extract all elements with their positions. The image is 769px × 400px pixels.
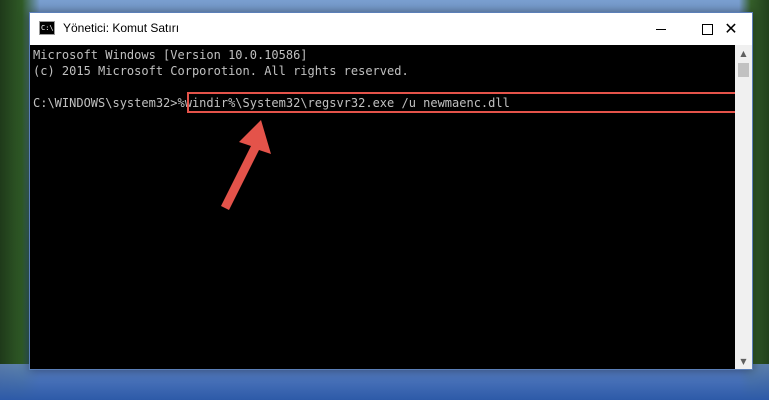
- scroll-up-arrow-icon[interactable]: ▲: [735, 45, 752, 61]
- minimize-icon: [656, 28, 666, 30]
- minimize-button[interactable]: [638, 13, 684, 45]
- title-bar[interactable]: C:\ Yönetici: Komut Satırı ✕: [30, 13, 752, 45]
- scrollbar-thumb[interactable]: [738, 63, 749, 77]
- vertical-scrollbar[interactable]: ▲ ▼: [735, 45, 752, 369]
- console-prompt: C:\WINDOWS\system32>: [33, 96, 178, 110]
- console-output[interactable]: Microsoft Windows [Version 10.0.10586] (…: [30, 45, 738, 369]
- command-prompt-window: C:\ Yönetici: Komut Satırı ✕ Microsoft W…: [29, 12, 753, 370]
- window-title: Yönetici: Komut Satırı: [63, 21, 180, 35]
- close-icon: ✕: [724, 19, 738, 38]
- scroll-down-arrow-icon[interactable]: ▼: [735, 353, 752, 369]
- console-line-copyright: (c) 2015 Microsoft Corporotion. All righ…: [33, 64, 409, 78]
- close-button[interactable]: ✕: [708, 13, 754, 45]
- console-line-version: Microsoft Windows [Version 10.0.10586]: [33, 48, 308, 62]
- command-highlight-box: [187, 92, 738, 113]
- cmd-app-icon[interactable]: C:\: [39, 21, 55, 35]
- annotation-arrow-icon: [221, 120, 271, 210]
- arrow-shape: [221, 120, 271, 210]
